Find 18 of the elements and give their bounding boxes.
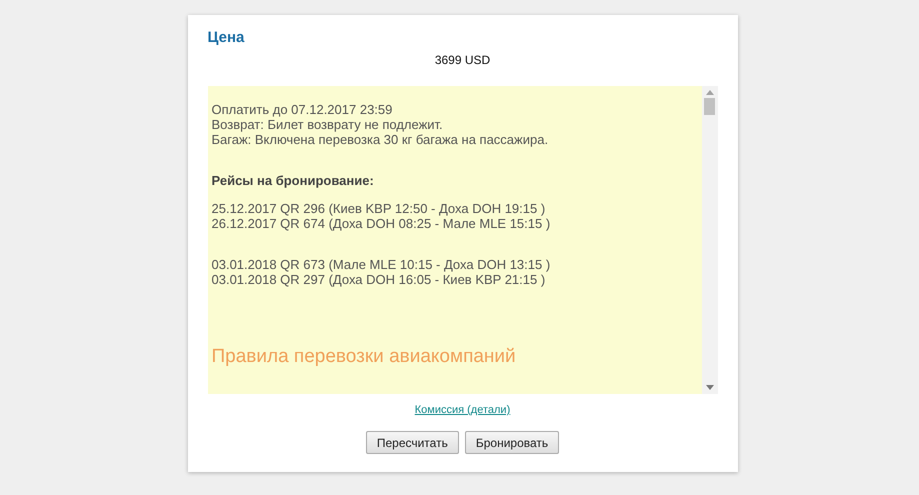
scroll-up-icon[interactable] (706, 90, 714, 95)
info-line: 25.12.2017 QR 296 (Киев KBP 12:50 - Доха DOH 19:15 ) (212, 201, 546, 216)
section-title: Цена (208, 29, 244, 47)
info-line: Возврат: Билет возврату не подлежит. (212, 117, 444, 132)
info-line: 03.01.2018 QR 673 (Мале MLE 10:15 - Доха DOH 13:15 ) (212, 257, 552, 272)
info-line: Оплатить до 07.12.2017 23:59 (212, 102, 394, 117)
flights-heading: Рейсы на бронирование: (212, 173, 375, 189)
scroll-down-icon[interactable] (706, 385, 714, 390)
info-line: 03.01.2018 QR 297 (Доха DOH 16:05 - Киев KBP 21:15 ) (212, 272, 546, 287)
info-line: Багаж: Включена перевозка 30 кг багажа на пассажира. (212, 132, 550, 147)
action-button[interactable]: Пересчитать (366, 431, 459, 454)
price-amount: 3699 USD (434, 53, 490, 67)
scroll-thumb[interactable] (704, 98, 715, 115)
rules-heading: Правила перевозки авиакомпаний (212, 345, 517, 369)
scrollbar[interactable] (702, 86, 718, 394)
action-button[interactable]: Бронировать (464, 431, 560, 454)
commission-link[interactable]: Комиссия (детали) (414, 404, 510, 416)
info-line: 26.12.2017 QR 674 (Доха DOH 08:25 - Мале MLE 15:15 ) (212, 216, 552, 231)
